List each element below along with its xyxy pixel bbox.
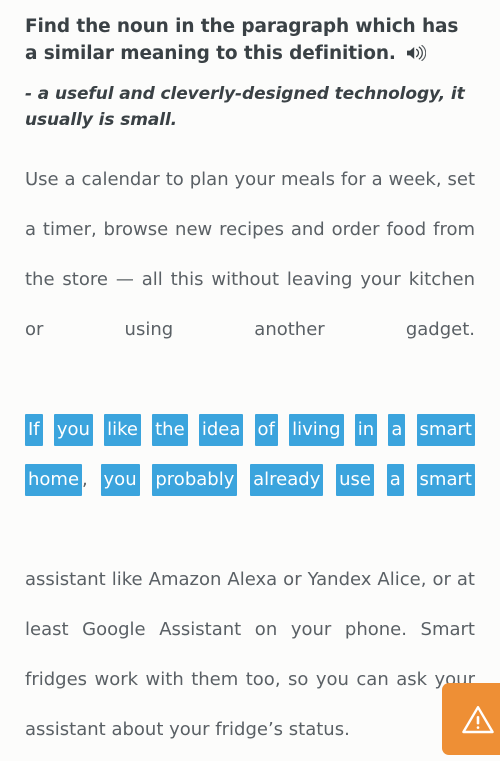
highlighted-word[interactable]: you (100, 464, 140, 496)
question-heading: Find the noun in the paragraph which has… (25, 13, 475, 67)
highlighted-word[interactable]: living (289, 414, 344, 446)
reading-paragraph: Use a calendar to plan your meals for a … (25, 155, 475, 755)
highlighted-word[interactable]: probably (152, 464, 238, 496)
lesson-screen: Find the noun in the paragraph which has… (0, 0, 500, 761)
report-problem-button[interactable] (442, 683, 500, 755)
comma-after-home: , (82, 469, 88, 490)
speaker-icon[interactable] (406, 45, 426, 61)
highlighted-word[interactable]: idea (198, 414, 244, 446)
highlighted-word[interactable]: in (354, 414, 378, 446)
highlighted-word[interactable]: smart (416, 464, 475, 496)
paragraph-segment-before: Use a calendar to plan your meals for a … (25, 169, 475, 340)
highlighted-word[interactable]: a (388, 414, 406, 446)
question-prompt-text: Find the noun in the paragraph which has… (25, 16, 459, 64)
highlighted-word[interactable]: already (250, 464, 324, 496)
highlighted-word[interactable]: like (104, 414, 141, 446)
definition-text: - a useful and cleverly-designed technol… (25, 84, 465, 130)
paragraph-segment-after: assistant like Amazon Alexa or Yandex Al… (25, 569, 475, 740)
highlighted-word[interactable]: If (25, 414, 43, 446)
highlighted-word[interactable]: the (152, 414, 188, 446)
highlighted-word[interactable]: a (386, 464, 404, 496)
highlighted-word[interactable]: of (254, 414, 278, 446)
paragraph-highlighted-selection[interactable]: If you like the idea of living in a smar… (25, 405, 475, 555)
highlighted-word[interactable]: smart (416, 414, 475, 446)
highlighted-word[interactable]: you (53, 414, 93, 446)
warning-triangle-icon (461, 704, 495, 735)
question-block: Find the noun in the paragraph which has… (25, 0, 475, 133)
highlighted-word[interactable]: home (25, 464, 83, 496)
highlighted-word[interactable]: use (336, 464, 374, 496)
